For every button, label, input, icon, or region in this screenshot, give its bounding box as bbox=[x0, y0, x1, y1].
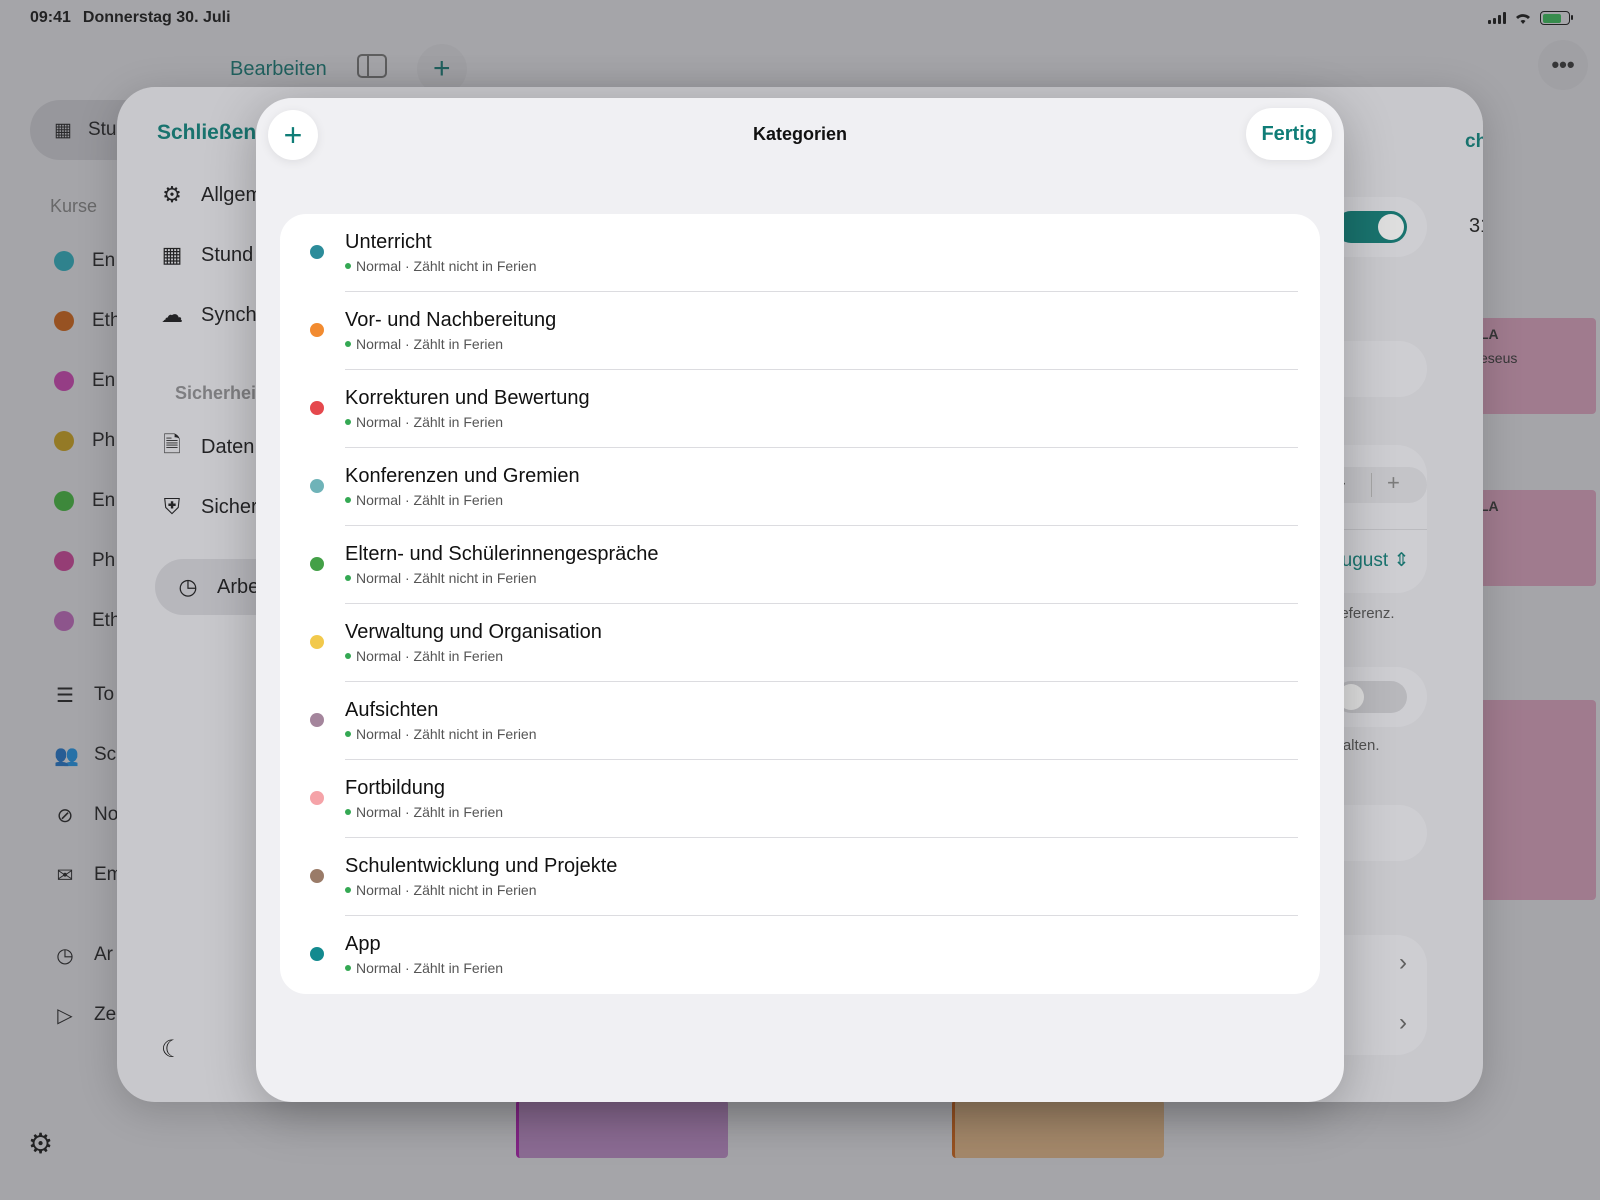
week-label[interactable]: che bbox=[1465, 131, 1483, 153]
category-row[interactable]: Unterricht Normal · Zählt nicht in Ferien bbox=[280, 214, 1320, 292]
day-number: 31 bbox=[1469, 215, 1483, 237]
status-dot bbox=[345, 653, 351, 659]
category-details: Normal · Zählt in Ferien bbox=[345, 492, 503, 508]
close-button[interactable]: Schließen bbox=[157, 121, 256, 145]
category-color-dot bbox=[310, 245, 324, 259]
settings-item-label: Daten bbox=[201, 435, 255, 458]
settings-item-timetable[interactable]: ▦ Stund bbox=[157, 227, 254, 283]
settings-item-label: Allgem bbox=[201, 183, 263, 206]
category-row[interactable]: Schulentwicklung und Projekte Normal · Zä… bbox=[280, 838, 1320, 916]
category-details: Normal · Zählt in Ferien bbox=[345, 804, 503, 820]
toggle-switch-on[interactable] bbox=[1335, 211, 1407, 243]
category-details: Normal · Zählt nicht in Ferien bbox=[345, 258, 537, 274]
category-color-dot bbox=[310, 947, 324, 961]
category-row[interactable]: App Normal · Zählt in Ferien bbox=[280, 916, 1320, 994]
category-color-dot bbox=[310, 869, 324, 883]
category-name: Schulentwicklung und Projekte bbox=[345, 855, 618, 877]
category-row[interactable]: Vor- und Nachbereitung Normal · Zählt in … bbox=[280, 292, 1320, 370]
moon-icon[interactable]: ☾ bbox=[161, 1035, 183, 1064]
category-color-dot bbox=[310, 557, 324, 571]
kategorien-header: + Kategorien Fertig bbox=[256, 98, 1344, 178]
category-color-dot bbox=[310, 479, 324, 493]
status-dot bbox=[345, 575, 351, 581]
category-row[interactable]: Aufsichten Normal · Zählt nicht in Ferien bbox=[280, 682, 1320, 760]
category-details: Normal · Zählt in Ferien bbox=[345, 336, 503, 352]
category-name: Konferenzen und Gremien bbox=[345, 465, 580, 487]
category-subtitle: Normal · Zählt in Ferien bbox=[356, 804, 504, 820]
chevron-right-icon[interactable]: › bbox=[1399, 949, 1407, 977]
category-color-dot bbox=[310, 791, 324, 805]
category-details: Normal · Zählt nicht in Ferien bbox=[345, 726, 537, 742]
settings-item-label: Sicher bbox=[201, 495, 258, 518]
category-details: Normal · Zählt in Ferien bbox=[345, 648, 503, 664]
category-row[interactable]: Eltern- und Schülerinnengespräche Normal … bbox=[280, 526, 1320, 604]
category-color-dot bbox=[310, 635, 324, 649]
doc-lock-icon: 🗎 bbox=[163, 432, 181, 457]
settings-item-security[interactable]: ⛨ Sicher bbox=[157, 479, 258, 535]
category-name: Vor- und Nachbereitung bbox=[345, 309, 557, 331]
settings-item-data[interactable]: 🗎 Daten bbox=[157, 419, 254, 475]
category-subtitle: Normal · Zählt in Ferien bbox=[356, 960, 504, 976]
category-subtitle: Normal · Zählt nicht in Ferien bbox=[356, 570, 537, 586]
category-row[interactable]: Korrekturen und Bewertung Normal · Zählt … bbox=[280, 370, 1320, 448]
clock-icon: ◷ bbox=[178, 574, 198, 599]
category-subtitle: Normal · Zählt in Ferien bbox=[356, 336, 504, 352]
category-row[interactable]: Fortbildung Normal · Zählt in Ferien bbox=[280, 760, 1320, 838]
category-row[interactable]: Konferenzen und Gremien Normal · Zählt in… bbox=[280, 448, 1320, 526]
kategorien-sheet: + Kategorien Fertig Unterricht Normal · Z… bbox=[256, 98, 1344, 1102]
done-button[interactable]: Fertig bbox=[1246, 108, 1332, 160]
cloud-lock-icon: ☁ bbox=[161, 302, 183, 327]
status-dot bbox=[345, 263, 351, 269]
category-name: Eltern- und Schülerinnengespräche bbox=[345, 543, 659, 565]
gear-icon: ⚙ bbox=[162, 182, 182, 207]
status-dot bbox=[345, 419, 351, 425]
chevron-right-icon[interactable]: › bbox=[1399, 1009, 1407, 1037]
category-subtitle: Normal · Zählt nicht in Ferien bbox=[356, 726, 537, 742]
category-name: Aufsichten bbox=[345, 699, 439, 721]
toggle-switch-off[interactable] bbox=[1335, 681, 1407, 713]
status-dot bbox=[345, 965, 351, 971]
increment-button[interactable]: + bbox=[1387, 470, 1400, 496]
category-details: Normal · Zählt in Ferien bbox=[345, 414, 503, 430]
chevron-up-down-icon: ⇕ bbox=[1393, 550, 1410, 571]
security-section-label: Sicherheit bbox=[175, 383, 263, 403]
category-subtitle: Normal · Zählt in Ferien bbox=[356, 648, 504, 664]
settings-item-label: Stund bbox=[201, 243, 254, 266]
category-name: App bbox=[345, 933, 381, 955]
category-details: Normal · Zählt in Ferien bbox=[345, 960, 503, 976]
settings-item-sync[interactable]: ☁ Synch bbox=[157, 287, 257, 343]
status-dot bbox=[345, 809, 351, 815]
status-dot bbox=[345, 341, 351, 347]
category-details: Normal · Zählt nicht in Ferien bbox=[345, 882, 537, 898]
category-name: Verwaltung und Organisation bbox=[345, 621, 602, 643]
category-subtitle: Normal · Zählt in Ferien bbox=[356, 414, 504, 430]
status-dot bbox=[345, 497, 351, 503]
category-color-dot bbox=[310, 323, 324, 337]
category-color-dot bbox=[310, 713, 324, 727]
category-name: Unterricht bbox=[345, 231, 432, 253]
calendar-icon: ▦ bbox=[161, 242, 183, 267]
settings-item-label: Synch bbox=[201, 303, 257, 326]
category-row[interactable]: Verwaltung und Organisation Normal · Zähl… bbox=[280, 604, 1320, 682]
category-subtitle: Normal · Zählt nicht in Ferien bbox=[356, 882, 537, 898]
stepper-divider bbox=[1371, 473, 1372, 497]
category-name: Korrekturen und Bewertung bbox=[345, 387, 590, 409]
category-subtitle: Normal · Zählt nicht in Ferien bbox=[356, 258, 537, 274]
category-details: Normal · Zählt nicht in Ferien bbox=[345, 570, 537, 586]
status-dot bbox=[345, 887, 351, 893]
category-subtitle: Normal · Zählt in Ferien bbox=[356, 492, 504, 508]
shield-key-icon: ⛨ bbox=[163, 494, 181, 519]
status-dot bbox=[345, 731, 351, 737]
category-name: Fortbildung bbox=[345, 777, 446, 799]
settings-item-general[interactable]: ⚙ Allgem bbox=[157, 167, 262, 223]
category-list: Unterricht Normal · Zählt nicht in Ferien… bbox=[280, 214, 1320, 994]
category-color-dot bbox=[310, 401, 324, 415]
sheet-title: Kategorien bbox=[752, 124, 848, 144]
